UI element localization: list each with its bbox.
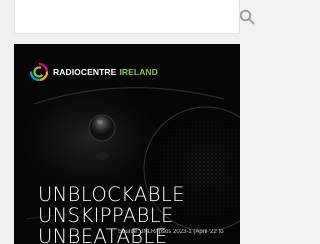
- search-icon[interactable]: [239, 9, 255, 25]
- radiocentre-logo-icon: [30, 63, 48, 81]
- headline-line-2: UNSKIPPABLE: [38, 204, 174, 227]
- radiocentre-logo: RADIOCENTRE IRELAND: [30, 62, 158, 82]
- logo-word-radiocentre: RADIOCENTRE: [53, 67, 117, 77]
- radio-advert-banner[interactable]: RADIOCENTRE IRELAND UNBLOCKABLE UNSKIPPAB…: [14, 44, 240, 244]
- page: RADIOCENTRE IRELAND UNBLOCKABLE UNSKIPPAB…: [0, 0, 255, 244]
- ad-headline: UNBLOCKABLE UNSKIPPABLE UNBEATABLE: [38, 184, 238, 244]
- source-citation: Source: JNLR/Ipsos 2023-1 (April '22 to: [118, 229, 224, 235]
- headline-line-1: UNBLOCKABLE: [38, 183, 185, 206]
- search-bar: [14, 0, 255, 34]
- search-input[interactable]: [15, 0, 215, 33]
- logo-text: RADIOCENTRE IRELAND: [53, 67, 158, 77]
- logo-word-ireland: IRELAND: [119, 67, 158, 77]
